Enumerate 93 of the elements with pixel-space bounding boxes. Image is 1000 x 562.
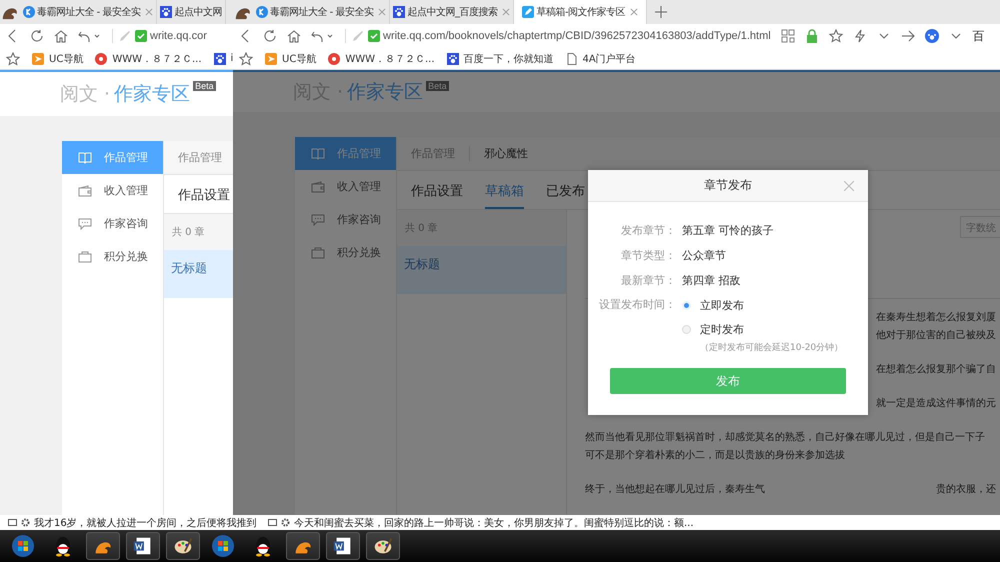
field-label: 设置发布时间： [598, 297, 677, 313]
forward-arrow-icon[interactable] [900, 29, 915, 43]
bookmark-link[interactable]: 百度一下，你就知道 [464, 52, 554, 66]
flag-icon [32, 52, 44, 64]
radio-button[interactable] [682, 300, 691, 310]
field-label: 章节类型： [620, 248, 677, 263]
sidebar-item[interactable]: 积分兑换 [295, 236, 396, 269]
palette-icon[interactable] [366, 532, 400, 560]
qr-code-icon[interactable] [780, 29, 795, 43]
bookmark-link[interactable]: 4A门户平台 [582, 52, 636, 66]
hint-text: （定时发布可能会延迟10-20分钟） [700, 342, 844, 354]
breadcrumb-item[interactable]: 邪心魔性 [469, 146, 542, 161]
book-icon [311, 148, 325, 160]
page-icon [566, 52, 578, 64]
check-icon [368, 30, 380, 42]
bookmark-link[interactable]: WWW．８７２Ｃ... [112, 52, 202, 66]
book-icon [78, 152, 92, 164]
undo-icon[interactable] [311, 29, 335, 43]
sidebar-item[interactable]: 积分兑换 [62, 240, 163, 273]
bag-icon [78, 250, 92, 262]
radio-label[interactable]: 定时发布 [700, 322, 744, 336]
chapter-count: 共 0 章 [164, 214, 233, 250]
record-icon [328, 52, 340, 64]
sidebar-item[interactable]: 作家咨询 [62, 207, 163, 240]
paw-icon [446, 52, 459, 64]
bookmark-link[interactable]: UC导航 [49, 52, 84, 66]
lightning-icon[interactable] [852, 29, 867, 43]
bag-icon [311, 246, 325, 258]
browser-tab[interactable]: 草稿箱-阅文作家专区 [514, 0, 648, 24]
paw-icon[interactable] [924, 29, 939, 43]
news-ticker-text[interactable]: 今天和闺蜜去买菜，回家的路上一帅哥说：美女，你男朋友掉了。闺蜜特别逗比的说：额... [294, 516, 694, 530]
dialog-title: 章节发布 [704, 177, 752, 194]
bookmark-link[interactable]: WWW．８７２Ｃ... [345, 52, 435, 66]
k-circle-icon [23, 6, 35, 18]
field-value: 第四章 招敌 [682, 273, 740, 288]
reload-icon[interactable] [263, 29, 277, 43]
field-value: 第五章 可怜的孩子 [682, 223, 774, 238]
gear-icon [21, 518, 30, 527]
star-icon[interactable] [239, 52, 253, 66]
gear-icon [281, 518, 290, 527]
article-text: 终于，当他想起在哪儿见过后，秦寿生气 [585, 482, 765, 497]
search-engine-label[interactable]: 百 [972, 28, 985, 44]
k-circle-icon [256, 6, 268, 18]
article-text: 在秦寿生想着怎么报复刘厦 [876, 310, 996, 325]
article-text: 就一定是造成这件事情的元 [876, 396, 996, 411]
star-icon[interactable] [828, 29, 843, 43]
bookmark-link[interactable]: UC导航 [282, 52, 316, 66]
chapter-item[interactable]: 无标题 [164, 250, 233, 298]
paw-icon [160, 6, 172, 18]
sidebar-item[interactable]: 收入管理 [62, 174, 163, 207]
radio-label[interactable]: 立即发布 [700, 298, 744, 312]
page-tab[interactable]: 作品设置 [411, 182, 463, 209]
page-tab[interactable]: 已发布 [546, 182, 585, 209]
star-icon[interactable] [6, 52, 20, 66]
article-text: 然而当他看见那位罪魁祸首时，却感觉莫名的熟悉，自己好像在哪儿见过，但是自己一下子 [585, 430, 985, 445]
beta-badge: Beta [426, 81, 449, 91]
paw-icon [214, 52, 226, 64]
field-label: 发布章节： [620, 223, 677, 238]
bookmark-link[interactable]: i [230, 53, 233, 64]
flag-icon [265, 52, 277, 64]
record-icon [95, 52, 108, 64]
wallet-icon [311, 180, 325, 192]
address-field[interactable]: write.qq.cor [150, 30, 207, 42]
document-icon[interactable] [326, 532, 360, 560]
brand-logo-text: 阅文 · [60, 82, 110, 107]
address-field[interactable]: write.qq.com/booknovels/chaptertmp/CBID/3962572304163803/addType/1.html [383, 30, 771, 42]
lock-icon[interactable] [804, 29, 819, 43]
document-icon[interactable] [126, 532, 160, 560]
beta-badge: Beta [193, 81, 216, 91]
sidebar-item[interactable]: 作家咨询 [295, 203, 396, 236]
article-text: 贵的衣服，还 [936, 482, 996, 497]
reload-icon[interactable] [30, 29, 44, 43]
check-icon [135, 30, 147, 42]
radio-button[interactable] [682, 324, 691, 334]
field-value: 公众章节 [682, 248, 726, 263]
pencil-icon [522, 6, 534, 18]
close-icon[interactable] [630, 8, 638, 16]
brand-title: 作家专区 [347, 80, 424, 105]
plus-icon[interactable] [655, 6, 668, 18]
palette-icon[interactable] [166, 532, 200, 560]
undo-icon[interactable] [78, 29, 102, 43]
home-icon[interactable] [54, 29, 68, 43]
brand-title: 作家专区 [114, 82, 190, 107]
news-ticker-text[interactable]: 我才16岁，就被人拉进一个房间，之后便将我推到 [34, 516, 257, 530]
home-icon[interactable] [287, 29, 301, 43]
article-text: 他对于那位害的自己被殃及 [876, 328, 996, 343]
article-text: 在想着怎么报复那个骗了自 [876, 362, 996, 377]
field-label: 最新章节： [620, 273, 677, 288]
article-text: 可不是那个穿着朴素的小二，而是以贵族的身份来参加选拔 [585, 448, 845, 463]
page-tab[interactable]: 作品设置 [178, 186, 230, 213]
sidebar-item[interactable]: 收入管理 [295, 170, 396, 203]
paw-icon [393, 6, 406, 18]
wallet-icon [78, 184, 92, 196]
